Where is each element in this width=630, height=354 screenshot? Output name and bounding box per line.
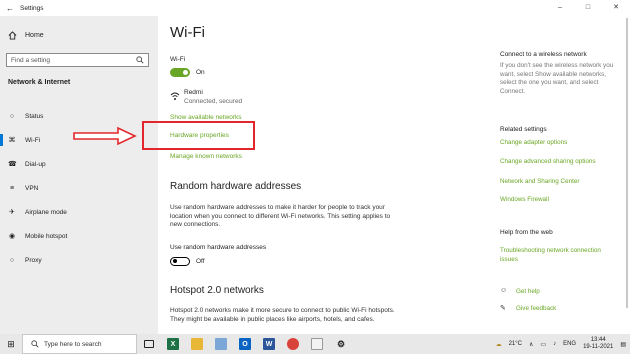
home-icon [8, 31, 17, 40]
troubleshooting-link[interactable]: Troubleshooting network connection issue… [500, 247, 620, 264]
scrollbar[interactable] [626, 18, 628, 308]
page-title: Wi-Fi [170, 24, 205, 41]
connect-wireless-heading: Connect to a wireless network [500, 51, 587, 58]
connect-wireless-description: If you don't see the wireless network yo… [500, 62, 614, 95]
notifications-icon[interactable]: ▤ [620, 341, 626, 348]
search-icon [31, 340, 39, 348]
sidebar-item-label: Wi-Fi [25, 136, 41, 144]
outlook-icon[interactable]: O [233, 334, 257, 354]
sidebar: Home Find a setting Network & Internet ○… [0, 16, 158, 334]
wifi-signal-icon [170, 92, 180, 100]
random-addresses-toggle-state: Off [196, 258, 205, 265]
sidebar-item-label: Mobile hotspot [25, 232, 68, 240]
start-button[interactable]: ⊞ [0, 339, 22, 350]
related-settings-heading: Related settings [500, 126, 547, 133]
get-help-link[interactable]: Get help [516, 288, 540, 297]
maximize-button[interactable]: □ [574, 0, 602, 16]
phone-icon: ☎ [8, 161, 17, 168]
pointer-arrow-icon [73, 126, 137, 146]
change-adapter-options-link[interactable]: Change adapter options [500, 139, 567, 148]
chrome-icon[interactable] [281, 334, 305, 354]
word-icon[interactable]: W [257, 334, 281, 354]
language-indicator[interactable]: ENG [563, 341, 576, 347]
clock-date: 19-11-2021 [583, 344, 614, 350]
random-addresses-toggle[interactable] [170, 257, 190, 266]
window-title: Settings [20, 4, 44, 12]
system-tray: ☁ 21°C ∧ ▭ ♪ ENG 13:44 19-11-2021 ▤ [496, 334, 626, 354]
random-addresses-heading: Random hardware addresses [170, 181, 302, 192]
sidebar-home[interactable]: Home [8, 31, 44, 40]
get-help-icon: ☺ [500, 287, 508, 294]
sidebar-item-label: Status [25, 112, 44, 120]
sidebar-item-dialup[interactable]: ☎ Dial-up [0, 152, 158, 176]
network-tray-icon[interactable]: ▭ [540, 341, 546, 348]
task-view-button[interactable] [137, 334, 161, 354]
temperature[interactable]: 21°C [509, 341, 522, 347]
manage-known-networks-link[interactable]: Manage known networks [170, 153, 242, 160]
sidebar-home-label: Home [25, 32, 44, 39]
sidebar-item-proxy[interactable]: ○ Proxy [0, 248, 158, 272]
random-addresses-toggle-label: Use random hardware addresses [170, 244, 267, 251]
taskbar: ⊞ Type here to search X O W ⚙ ☁ 21°C ∧ ▭… [0, 334, 630, 354]
tray-chevron-icon[interactable]: ∧ [529, 341, 533, 348]
feedback-icon: ✎ [500, 305, 506, 312]
vpn-icon: ≡ [9, 184, 15, 192]
window-controls: – □ ✕ [546, 0, 630, 16]
explorer-icon[interactable] [185, 334, 209, 354]
excel-icon[interactable]: X [161, 334, 185, 354]
sidebar-section-title: Network & Internet [8, 79, 71, 86]
hotspot-description: Hotspot 2.0 networks make it more secure… [170, 307, 395, 323]
settings-search-input[interactable]: Find a setting [6, 53, 149, 67]
hotspot-heading: Hotspot 2.0 networks [170, 285, 264, 296]
notepad-icon[interactable] [305, 334, 329, 354]
wifi-icon: ⌘ [8, 137, 16, 144]
close-button[interactable]: ✕ [602, 0, 630, 16]
settings-gear-icon[interactable]: ⚙ [329, 334, 353, 354]
wifi-toggle-label: Wi-Fi [170, 56, 186, 63]
network-sharing-center-link[interactable]: Network and Sharing Center [500, 178, 579, 187]
clock[interactable]: 13:44 19-11-2021 [583, 337, 613, 351]
windows-firewall-link[interactable]: Windows Firewall [500, 196, 549, 205]
taskbar-search-placeholder: Type here to search [44, 340, 102, 348]
taskbar-apps: X O W ⚙ [137, 334, 353, 354]
search-placeholder: Find a setting [11, 56, 51, 64]
wifi-toggle-state: On [196, 69, 205, 76]
clock-time: 13:44 [590, 337, 606, 343]
sidebar-item-label: Proxy [25, 256, 42, 264]
weather-icon[interactable]: ☁ [496, 341, 502, 348]
search-icon [136, 56, 144, 64]
change-advanced-sharing-link[interactable]: Change advanced sharing options [500, 158, 596, 167]
sidebar-item-label: VPN [25, 184, 39, 192]
paint-icon[interactable] [209, 334, 233, 354]
network-name: Redmi [184, 89, 203, 96]
sidebar-item-airplane-mode[interactable]: ✈ Airplane mode [0, 200, 158, 224]
highlight-box [142, 121, 255, 150]
sidebar-item-vpn[interactable]: ≡ VPN [0, 176, 158, 200]
main-content: Wi-Fi Wi-Fi On Redmi Connected, secured … [158, 16, 630, 334]
sidebar-item-status[interactable]: ○ Status [0, 104, 158, 128]
globe-icon: ○ [9, 256, 15, 264]
taskbar-search[interactable]: Type here to search [22, 334, 137, 354]
airplane-icon: ✈ [9, 209, 15, 216]
sidebar-item-label: Dial-up [25, 160, 46, 168]
sidebar-item-label: Airplane mode [25, 208, 67, 216]
sidebar-item-mobile-hotspot[interactable]: ◉ Mobile hotspot [0, 224, 158, 248]
back-button[interactable]: ← [0, 4, 20, 13]
give-feedback-link[interactable]: Give feedback [516, 305, 556, 314]
show-available-networks-link[interactable]: Show available networks [170, 114, 242, 121]
random-addresses-description: Use random hardware addresses to make it… [170, 204, 391, 228]
volume-icon[interactable]: ♪ [553, 341, 556, 347]
title-bar: ← Settings – □ ✕ [0, 0, 630, 16]
wifi-toggle[interactable] [170, 68, 190, 77]
network-status: Connected, secured [184, 98, 243, 105]
globe-icon: ○ [9, 112, 15, 120]
hotspot-icon: ◉ [8, 233, 16, 240]
settings-window: ← Settings – □ ✕ Home Find a setting Net… [0, 0, 630, 334]
help-web-heading: Help from the web [500, 229, 553, 236]
minimize-button[interactable]: – [546, 0, 574, 16]
